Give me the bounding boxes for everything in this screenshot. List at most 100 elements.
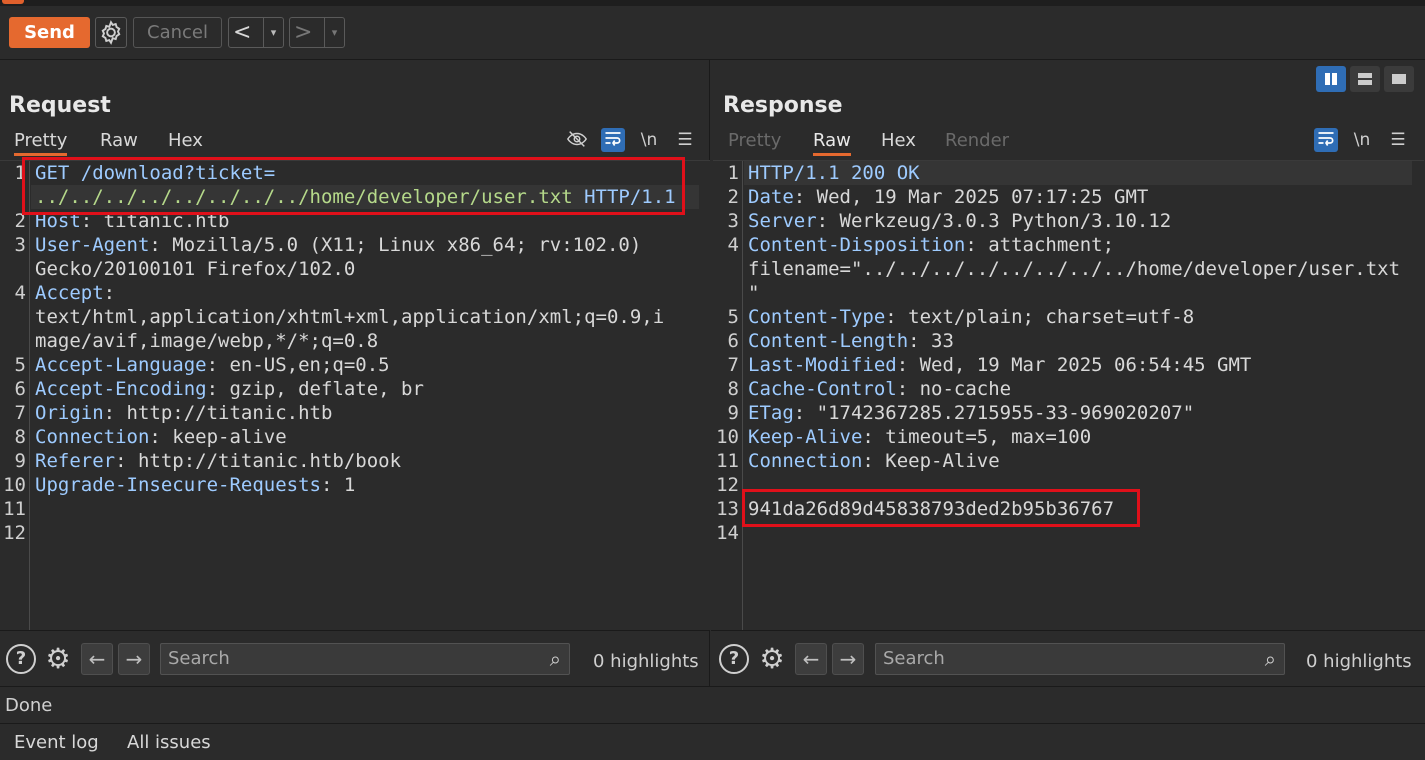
header-name: Last-Modified xyxy=(748,354,897,376)
line-number: 3 xyxy=(727,210,739,232)
header-value: : text/plain; charset=utf-8 xyxy=(885,306,1195,328)
line-text: text/html,application/xhtml+xml,applicat… xyxy=(35,305,664,329)
arrow-right-icon[interactable]: → xyxy=(118,643,150,675)
highlight-box-flag xyxy=(742,489,1140,527)
line-number: 8 xyxy=(727,378,739,400)
header-value: Gecko/20100101 Firefox/102.0 xyxy=(35,258,356,280)
layout-single-icon[interactable] xyxy=(1384,66,1414,92)
header-value: : keep-alive xyxy=(149,426,287,448)
all-issues-link[interactable]: All issues xyxy=(127,732,211,753)
search-icon[interactable]: ⌕ xyxy=(550,644,561,674)
layout-split-icon[interactable] xyxy=(1316,66,1346,92)
line-number: 6 xyxy=(14,378,26,400)
request-pane: Request Pretty Raw Hex \n ☰ 1 GET /downlo… xyxy=(0,60,710,686)
line-number: 8 xyxy=(14,426,26,448)
header-value: : 33 xyxy=(908,330,954,352)
help-icon[interactable]: ? xyxy=(6,644,36,674)
cancel-button[interactable]: Cancel xyxy=(133,17,222,48)
event-log-link[interactable]: Event log xyxy=(14,732,99,753)
newline-icon[interactable]: \n xyxy=(1350,128,1374,152)
line-number: 13 xyxy=(716,498,739,520)
header-value: : no-cache xyxy=(896,378,1012,400)
line-number: 1 xyxy=(727,162,739,184)
response-tabs: Pretty Raw Hex Render xyxy=(728,130,1048,156)
repeater-toolbar: Send Cancel < ▾ > ▾ xyxy=(0,6,1425,60)
history-back-button[interactable]: < ▾ xyxy=(228,17,284,48)
line-number: 3 xyxy=(14,234,26,256)
search-input[interactable]: ⌕ xyxy=(160,643,570,675)
line-number: 2 xyxy=(727,186,739,208)
header-name: Cache-Control xyxy=(748,378,897,400)
header-value: : Wed, 19 Mar 2025 06:54:45 GMT xyxy=(896,354,1252,376)
tab-hex[interactable]: Hex xyxy=(881,130,916,151)
chevron-down-icon[interactable]: ▾ xyxy=(263,18,283,47)
header-name: Referer xyxy=(35,450,116,472)
header-value: : Keep-Alive xyxy=(862,450,1000,472)
chevron-down-icon[interactable]: ▾ xyxy=(324,18,344,47)
line-number: 9 xyxy=(727,402,739,424)
search-field[interactable] xyxy=(883,648,1224,669)
search-input[interactable]: ⌕ xyxy=(875,643,1285,675)
chevron-left-icon: < xyxy=(233,20,252,45)
help-icon[interactable]: ? xyxy=(719,644,749,674)
settings-button[interactable] xyxy=(95,17,127,48)
send-button[interactable]: Send xyxy=(9,17,90,48)
arrow-right-icon[interactable]: → xyxy=(832,643,864,675)
header-name: Connection xyxy=(748,450,863,472)
arrow-left-icon[interactable]: ← xyxy=(795,643,827,675)
layout-stacked-icon[interactable] xyxy=(1350,66,1380,92)
tab-raw[interactable]: Raw xyxy=(813,130,851,156)
line-text: Gecko/20100101 Firefox/102.0 xyxy=(35,257,355,281)
header-name: Keep-Alive xyxy=(748,426,863,448)
eye-slash-icon[interactable] xyxy=(565,128,589,152)
tab-pretty[interactable]: Pretty xyxy=(14,130,68,156)
tab-pretty[interactable]: Pretty xyxy=(728,130,781,151)
line-number: 5 xyxy=(727,306,739,328)
line-number: 10 xyxy=(3,474,26,496)
header-value: : "1742367285.2715955-33-969020207" xyxy=(793,402,1195,424)
gear-icon[interactable]: ⚙ xyxy=(42,643,74,675)
line-number: 4 xyxy=(727,234,739,256)
header-name: Server xyxy=(748,210,817,232)
line-text: Accept-Language: en-US,en;q=0.5 xyxy=(35,353,390,377)
tab-render[interactable]: Render xyxy=(945,130,1009,151)
line-number: 4 xyxy=(14,282,26,304)
tab-hex[interactable]: Hex xyxy=(168,130,203,151)
highlights-count: 0 highlights xyxy=(1306,651,1412,672)
arrow-left-icon[interactable]: ← xyxy=(81,643,113,675)
response-title: Response xyxy=(723,93,843,118)
response-search-bar: ? ⚙ ← → ⌕ 0 highlights xyxy=(711,630,1425,686)
search-icon[interactable]: ⌕ xyxy=(1265,644,1276,674)
header-value: text/html,application/xhtml+xml,applicat… xyxy=(35,306,665,328)
response-editor[interactable]: 1 HTTP/1.1 200 OK 2 Date: Wed, 19 Mar 2025 … xyxy=(713,160,1424,631)
status-text: Done xyxy=(5,695,53,716)
menu-icon[interactable]: ☰ xyxy=(1386,128,1410,152)
line-text: Server: Werkzeug/3.0.3 Python/3.10.12 xyxy=(748,209,1171,233)
header-value: : Werkzeug/3.0.3 Python/3.10.12 xyxy=(816,210,1172,232)
history-forward-button[interactable]: > ▾ xyxy=(289,17,345,48)
header-name: ETag xyxy=(748,402,794,424)
line-number: 7 xyxy=(14,402,26,424)
line-text: " xyxy=(748,281,759,305)
request-editor[interactable]: 1 GET /download?ticket= ../../../../../../… xyxy=(0,157,710,631)
gear-icon[interactable]: ⚙ xyxy=(756,643,788,675)
header-value: : 1 xyxy=(320,474,356,496)
line-text: filename="../../../../../../../../home/d… xyxy=(748,257,1400,281)
header-value: : Wed, 19 Mar 2025 07:17:25 GMT xyxy=(793,186,1149,208)
status-bar: Done xyxy=(0,686,1425,723)
header-name: Accept xyxy=(35,282,104,304)
header-value: : Mozilla/5.0 (X11; Linux x86_64; rv:102… xyxy=(149,234,642,256)
response-pane: Response Pretty Raw Hex Render \n ☰ 1 HTT… xyxy=(711,60,1425,686)
tab-raw[interactable]: Raw xyxy=(100,130,138,151)
menu-icon[interactable]: ☰ xyxy=(673,128,697,152)
line-number: 12 xyxy=(716,474,739,496)
wrap-icon[interactable] xyxy=(1314,128,1338,152)
search-field[interactable] xyxy=(168,648,509,669)
header-value: : en-US,en;q=0.5 xyxy=(206,354,390,376)
line-text: User-Agent: Mozilla/5.0 (X11; Linux x86_… xyxy=(35,233,641,257)
line-text: Accept-Encoding: gzip, deflate, br xyxy=(35,377,424,401)
wrap-icon[interactable] xyxy=(601,128,625,152)
line-text: HTTP/1.1 200 OK xyxy=(748,161,920,185)
newline-icon[interactable]: \n xyxy=(637,128,661,152)
line-text: Content-Length: 33 xyxy=(748,329,954,353)
